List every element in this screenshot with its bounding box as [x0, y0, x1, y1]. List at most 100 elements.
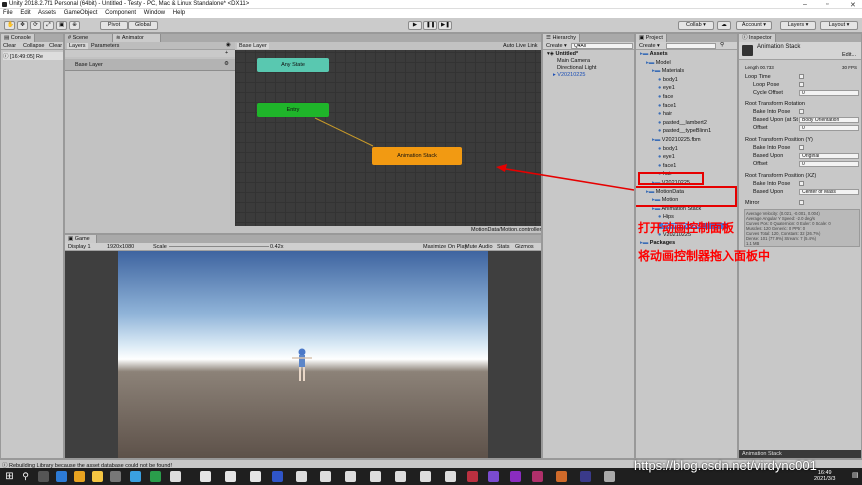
- app-icon-17[interactable]: [556, 471, 567, 482]
- unity-hub-icon[interactable]: [200, 471, 211, 482]
- hand-tool-icon[interactable]: ✋: [4, 21, 15, 30]
- based-upon-xz-dropdown[interactable]: Center of Mass: [799, 189, 859, 195]
- mute-audio-toggle[interactable]: Mute Audio: [465, 244, 493, 250]
- app-icon-14[interactable]: [467, 471, 478, 482]
- cloud-icon[interactable]: ☁: [717, 21, 731, 30]
- menu-gameobject[interactable]: GameObject: [64, 10, 98, 16]
- pause-icon[interactable]: ❚❚: [423, 21, 437, 30]
- app-icon-8[interactable]: [320, 471, 331, 482]
- loop-pose-checkbox[interactable]: [799, 82, 804, 87]
- menu-file[interactable]: File: [3, 10, 13, 16]
- base-layer-item[interactable]: Base Layer ⚙: [65, 59, 235, 71]
- project-item[interactable]: ▸▬ Assets: [640, 51, 668, 57]
- edge-icon[interactable]: [56, 471, 67, 482]
- project-item[interactable]: ▸▬ Materials: [652, 68, 684, 74]
- stats-toggle[interactable]: Stats: [497, 244, 510, 250]
- cycle-offset-input[interactable]: 0: [799, 90, 859, 96]
- hierarchy-item-light[interactable]: Directional Light: [557, 65, 596, 71]
- app-icon-9[interactable]: [345, 471, 356, 482]
- animation-stack-node[interactable]: Animation Stack: [372, 147, 462, 165]
- move-tool-icon[interactable]: ✥: [17, 21, 28, 30]
- tab-hierarchy[interactable]: ☰ Hierarchy: [543, 34, 581, 42]
- menu-help[interactable]: Help: [173, 10, 185, 16]
- animator-graph[interactable]: Base Layer Auto Live Link Any State Entr…: [235, 42, 541, 233]
- layers-button[interactable]: Layers ▾: [780, 21, 816, 30]
- account-button[interactable]: Account ▾: [736, 21, 772, 30]
- rect-tool-icon[interactable]: ▣: [56, 21, 67, 30]
- project-item[interactable]: ● hair: [658, 111, 672, 117]
- rotate-tool-icon[interactable]: ⟳: [30, 21, 41, 30]
- play-icon[interactable]: ▶: [408, 21, 422, 30]
- tab-project[interactable]: ▣ Project: [636, 34, 667, 42]
- project-item[interactable]: ▸▬ Model: [646, 60, 671, 66]
- hierarchy-item-camera[interactable]: Main Camera: [557, 58, 590, 64]
- project-item[interactable]: ● eye1: [658, 85, 675, 91]
- console-log-entry[interactable]: ⓘ [16:49:05] Re: [3, 52, 63, 60]
- add-icon[interactable]: +: [225, 50, 228, 56]
- maximize-on-play-toggle[interactable]: Maximize On Play: [423, 244, 467, 250]
- tab-scene[interactable]: # Scene: [65, 34, 113, 42]
- menu-component[interactable]: Component: [105, 10, 136, 16]
- bake-rot-checkbox[interactable]: [799, 109, 804, 114]
- step-icon[interactable]: ▶❚: [438, 21, 452, 30]
- console-collapse-button[interactable]: Collapse: [23, 43, 44, 49]
- project-item[interactable]: ● face1: [658, 103, 676, 109]
- layers-tab[interactable]: Layers: [67, 43, 88, 49]
- resolution-dropdown[interactable]: 1920x1080: [107, 244, 134, 250]
- transform-tool-icon[interactable]: ⊕: [69, 21, 80, 30]
- app-icon-10[interactable]: [370, 471, 381, 482]
- project-item[interactable]: ● body1: [658, 77, 678, 83]
- based-upon-y-dropdown[interactable]: Original: [799, 153, 859, 159]
- app-icon-19[interactable]: [604, 471, 615, 482]
- app-icon-5[interactable]: [250, 471, 261, 482]
- maximize-icon[interactable]: ▫: [826, 1, 828, 8]
- project-item[interactable]: ▸▬ Packages: [640, 240, 675, 246]
- app-icon-3[interactable]: [150, 471, 161, 482]
- chrome-icon[interactable]: [74, 471, 85, 482]
- project-create-button[interactable]: Create ▾: [639, 43, 660, 49]
- tab-animator[interactable]: ≋ Animator: [113, 34, 161, 42]
- project-item[interactable]: ▸▬ V20210225.fbm: [652, 137, 701, 143]
- tab-game[interactable]: ▣ Game: [65, 235, 97, 243]
- project-item[interactable]: ● body1: [658, 146, 678, 152]
- console-clear-on-play-button[interactable]: Clear: [49, 43, 62, 49]
- menu-assets[interactable]: Assets: [38, 10, 56, 16]
- pivot-toggle[interactable]: Pivot: [100, 21, 128, 30]
- scene-root[interactable]: ▾◈ Untitled*: [547, 51, 578, 57]
- collab-button[interactable]: Collab ▾: [678, 21, 714, 30]
- app-icon-6[interactable]: [272, 471, 283, 482]
- mirror-checkbox[interactable]: [799, 200, 804, 205]
- menu-edit[interactable]: Edit: [20, 10, 30, 16]
- explorer-icon[interactable]: [92, 471, 103, 482]
- close-icon[interactable]: ✕: [850, 1, 856, 9]
- based-upon-rot-dropdown[interactable]: Body Orientation: [799, 117, 859, 123]
- app-icon-15[interactable]: [488, 471, 499, 482]
- app-icon-7[interactable]: [296, 471, 307, 482]
- edit-button[interactable]: Edit...: [842, 52, 856, 58]
- parameters-tab[interactable]: Parameters: [91, 43, 119, 49]
- taskview-icon[interactable]: [38, 471, 49, 482]
- tab-console[interactable]: ▤ Console: [1, 34, 35, 42]
- app-icon-1[interactable]: [110, 471, 121, 482]
- tab-inspector[interactable]: ⓘ Inspector: [739, 34, 776, 42]
- search-icon[interactable]: ⚲: [20, 471, 31, 482]
- project-search-input[interactable]: [666, 43, 716, 49]
- app-icon-16[interactable]: [532, 471, 543, 482]
- app-icon-11[interactable]: [395, 471, 406, 482]
- project-item[interactable]: ● face: [658, 94, 673, 100]
- loop-time-checkbox[interactable]: [799, 74, 804, 79]
- app-icon-18[interactable]: [580, 471, 591, 482]
- console-clear-button[interactable]: Clear: [3, 43, 16, 49]
- global-toggle[interactable]: Global: [128, 21, 158, 30]
- app-icon-2[interactable]: [130, 471, 141, 482]
- display-dropdown[interactable]: Display 1: [68, 244, 91, 250]
- project-item[interactable]: ● face1: [658, 163, 676, 169]
- eye-icon[interactable]: ◉: [226, 42, 231, 48]
- project-item[interactable]: ● pasted__typeBlinn1: [658, 128, 711, 134]
- minimize-icon[interactable]: –: [803, 1, 807, 8]
- bake-y-checkbox[interactable]: [799, 145, 804, 150]
- layout-button[interactable]: Layout ▾: [820, 21, 858, 30]
- notification-icon[interactable]: ▤: [852, 471, 859, 479]
- filter-icon[interactable]: ⚲: [720, 42, 724, 48]
- unity-icon[interactable]: [225, 471, 236, 482]
